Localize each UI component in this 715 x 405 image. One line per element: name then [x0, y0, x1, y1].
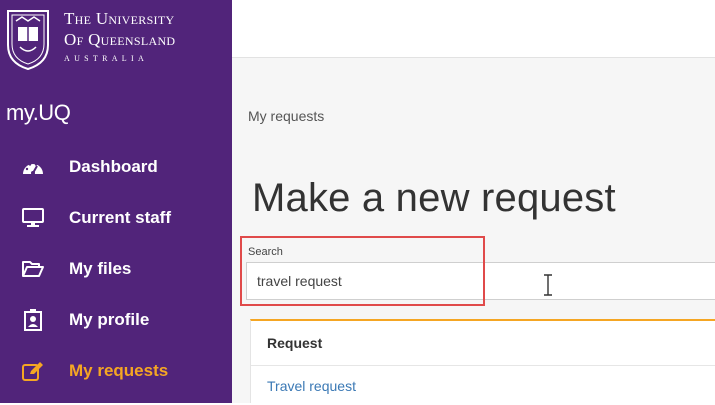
results-table: Request Travel request: [250, 319, 715, 403]
edit-icon: [21, 360, 45, 382]
app-brand[interactable]: my.UQ: [6, 100, 71, 126]
results-header: Request: [251, 321, 715, 366]
university-logo[interactable]: The University Of Queensland AUSTRALIA: [0, 0, 232, 82]
university-name-line1: The University: [64, 9, 175, 28]
top-bar: [232, 0, 715, 58]
sidebar-item-my-profile[interactable]: My profile: [0, 300, 232, 340]
text-cursor-icon: [544, 274, 552, 296]
sidebar-item-label: Current staff: [69, 208, 172, 227]
sidebar-item-label: My requests: [69, 361, 169, 380]
column-header-request[interactable]: Request: [267, 335, 322, 351]
search-input[interactable]: [246, 262, 715, 300]
dashboard-gauge-icon: [21, 156, 45, 178]
folder-open-icon: [21, 258, 45, 280]
university-country: AUSTRALIA: [64, 54, 149, 63]
sidebar-item-my-files[interactable]: My files: [0, 249, 232, 289]
sidebar-item-label: My profile: [69, 310, 150, 329]
monitor-icon: [21, 207, 45, 229]
travel-request-link[interactable]: Travel request: [267, 378, 356, 394]
crest-icon: [7, 10, 49, 71]
sidebar: The University Of Queensland AUSTRALIA m…: [0, 0, 232, 403]
sidebar-item-dashboard[interactable]: Dashboard: [0, 147, 232, 187]
sidebar-item-current-staff[interactable]: Current staff: [0, 198, 232, 238]
table-row[interactable]: Travel request: [251, 367, 715, 405]
page-title: Make a new request: [252, 176, 616, 220]
id-badge-icon: [21, 309, 45, 331]
university-name-line2: Of Queensland: [64, 30, 176, 49]
breadcrumb[interactable]: My requests: [248, 108, 324, 124]
search-label: Search: [248, 246, 283, 258]
main-content: My requests Make a new request Search Re…: [232, 58, 715, 403]
sidebar-item-label: My files: [69, 259, 132, 278]
sidebar-item-label: Dashboard: [69, 157, 158, 176]
sidebar-item-my-requests[interactable]: My requests: [0, 351, 232, 391]
